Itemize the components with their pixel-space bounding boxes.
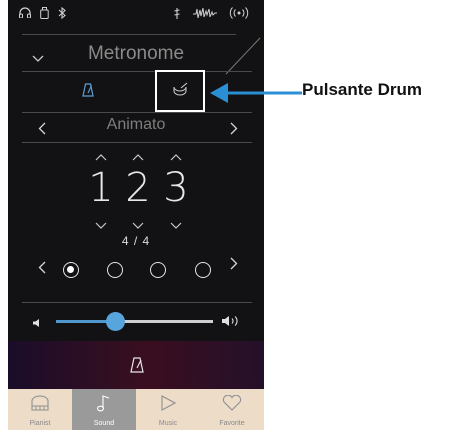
nav-pianist[interactable]: Pianist — [8, 389, 72, 430]
drum-button[interactable] — [155, 70, 205, 112]
tempo-digit-tens: 2 — [125, 165, 151, 211]
usb-memory-icon — [40, 7, 49, 22]
volume-slider-knob[interactable] — [106, 312, 126, 331]
style-bottom-divider — [22, 142, 252, 143]
header-slash-decoration — [225, 37, 261, 75]
piano-icon — [30, 395, 50, 416]
wireless-audio-icon — [228, 7, 250, 22]
metronome-icon — [82, 82, 94, 102]
bluetooth-icon — [58, 6, 66, 22]
nav-label-music: Music — [158, 420, 178, 427]
headphones-icon — [19, 7, 31, 21]
volume-slider-track[interactable] — [115, 320, 213, 323]
nav-label-sound: Sound — [93, 420, 115, 427]
app-screen: Metronome Animato 1 2 3 4 / 4 Pianist So… — [8, 0, 264, 430]
transpose-icon — [173, 7, 181, 23]
metronome-mode-tab[interactable] — [68, 76, 108, 108]
volume-low-icon — [32, 315, 42, 333]
tempo-hundreds-down-arrow[interactable] — [93, 218, 109, 233]
status-bar — [8, 0, 264, 28]
header-bottom-divider — [22, 71, 252, 72]
nav-label-favorite: Favorite — [219, 420, 245, 427]
tempo-ones-down-arrow[interactable] — [168, 218, 184, 233]
nav-label-pianist: Pianist — [29, 420, 51, 427]
beat-indicator-1[interactable] — [63, 262, 79, 278]
beats-bottom-divider — [22, 302, 252, 303]
nav-music[interactable]: Music — [136, 389, 200, 430]
rhythm-style-name[interactable]: Animato — [8, 116, 264, 134]
tempo-hundreds-up-arrow[interactable] — [93, 150, 109, 165]
nav-favorite[interactable]: Favorite — [200, 389, 264, 430]
tempo-digit-ones: 3 — [163, 165, 189, 211]
beat-indicator-2[interactable] — [107, 262, 123, 278]
play-icon — [160, 395, 177, 416]
nav-sound[interactable]: Sound — [72, 389, 136, 430]
tempo-digit-hundreds: 1 — [88, 165, 114, 211]
header-top-divider — [22, 34, 236, 35]
beat-prev-arrow[interactable] — [38, 259, 46, 278]
time-signature[interactable]: 4 / 4 — [8, 234, 264, 248]
beat-indicator-4[interactable] — [195, 262, 211, 278]
music-note-icon — [96, 394, 112, 417]
beat-indicator-3[interactable] — [150, 262, 166, 278]
tempo-tens-down-arrow[interactable] — [130, 218, 146, 233]
metronome-start-icon[interactable] — [130, 357, 144, 378]
callout-label: Pulsante Drum — [302, 80, 422, 99]
metronome-player-bar[interactable] — [8, 341, 264, 391]
sound-wave-icon — [193, 7, 217, 22]
callout-arrow — [210, 83, 302, 103]
style-next-arrow[interactable] — [230, 120, 238, 139]
tempo-ones-up-arrow[interactable] — [168, 150, 184, 165]
bottom-nav: Pianist Sound Music Favorite — [8, 389, 264, 430]
drum-icon — [172, 82, 188, 101]
tabs-bottom-divider — [22, 112, 252, 113]
heart-icon — [222, 394, 242, 416]
tempo-tens-up-arrow[interactable] — [130, 150, 146, 165]
beat-next-arrow[interactable] — [230, 255, 238, 274]
volume-high-icon — [221, 314, 243, 332]
